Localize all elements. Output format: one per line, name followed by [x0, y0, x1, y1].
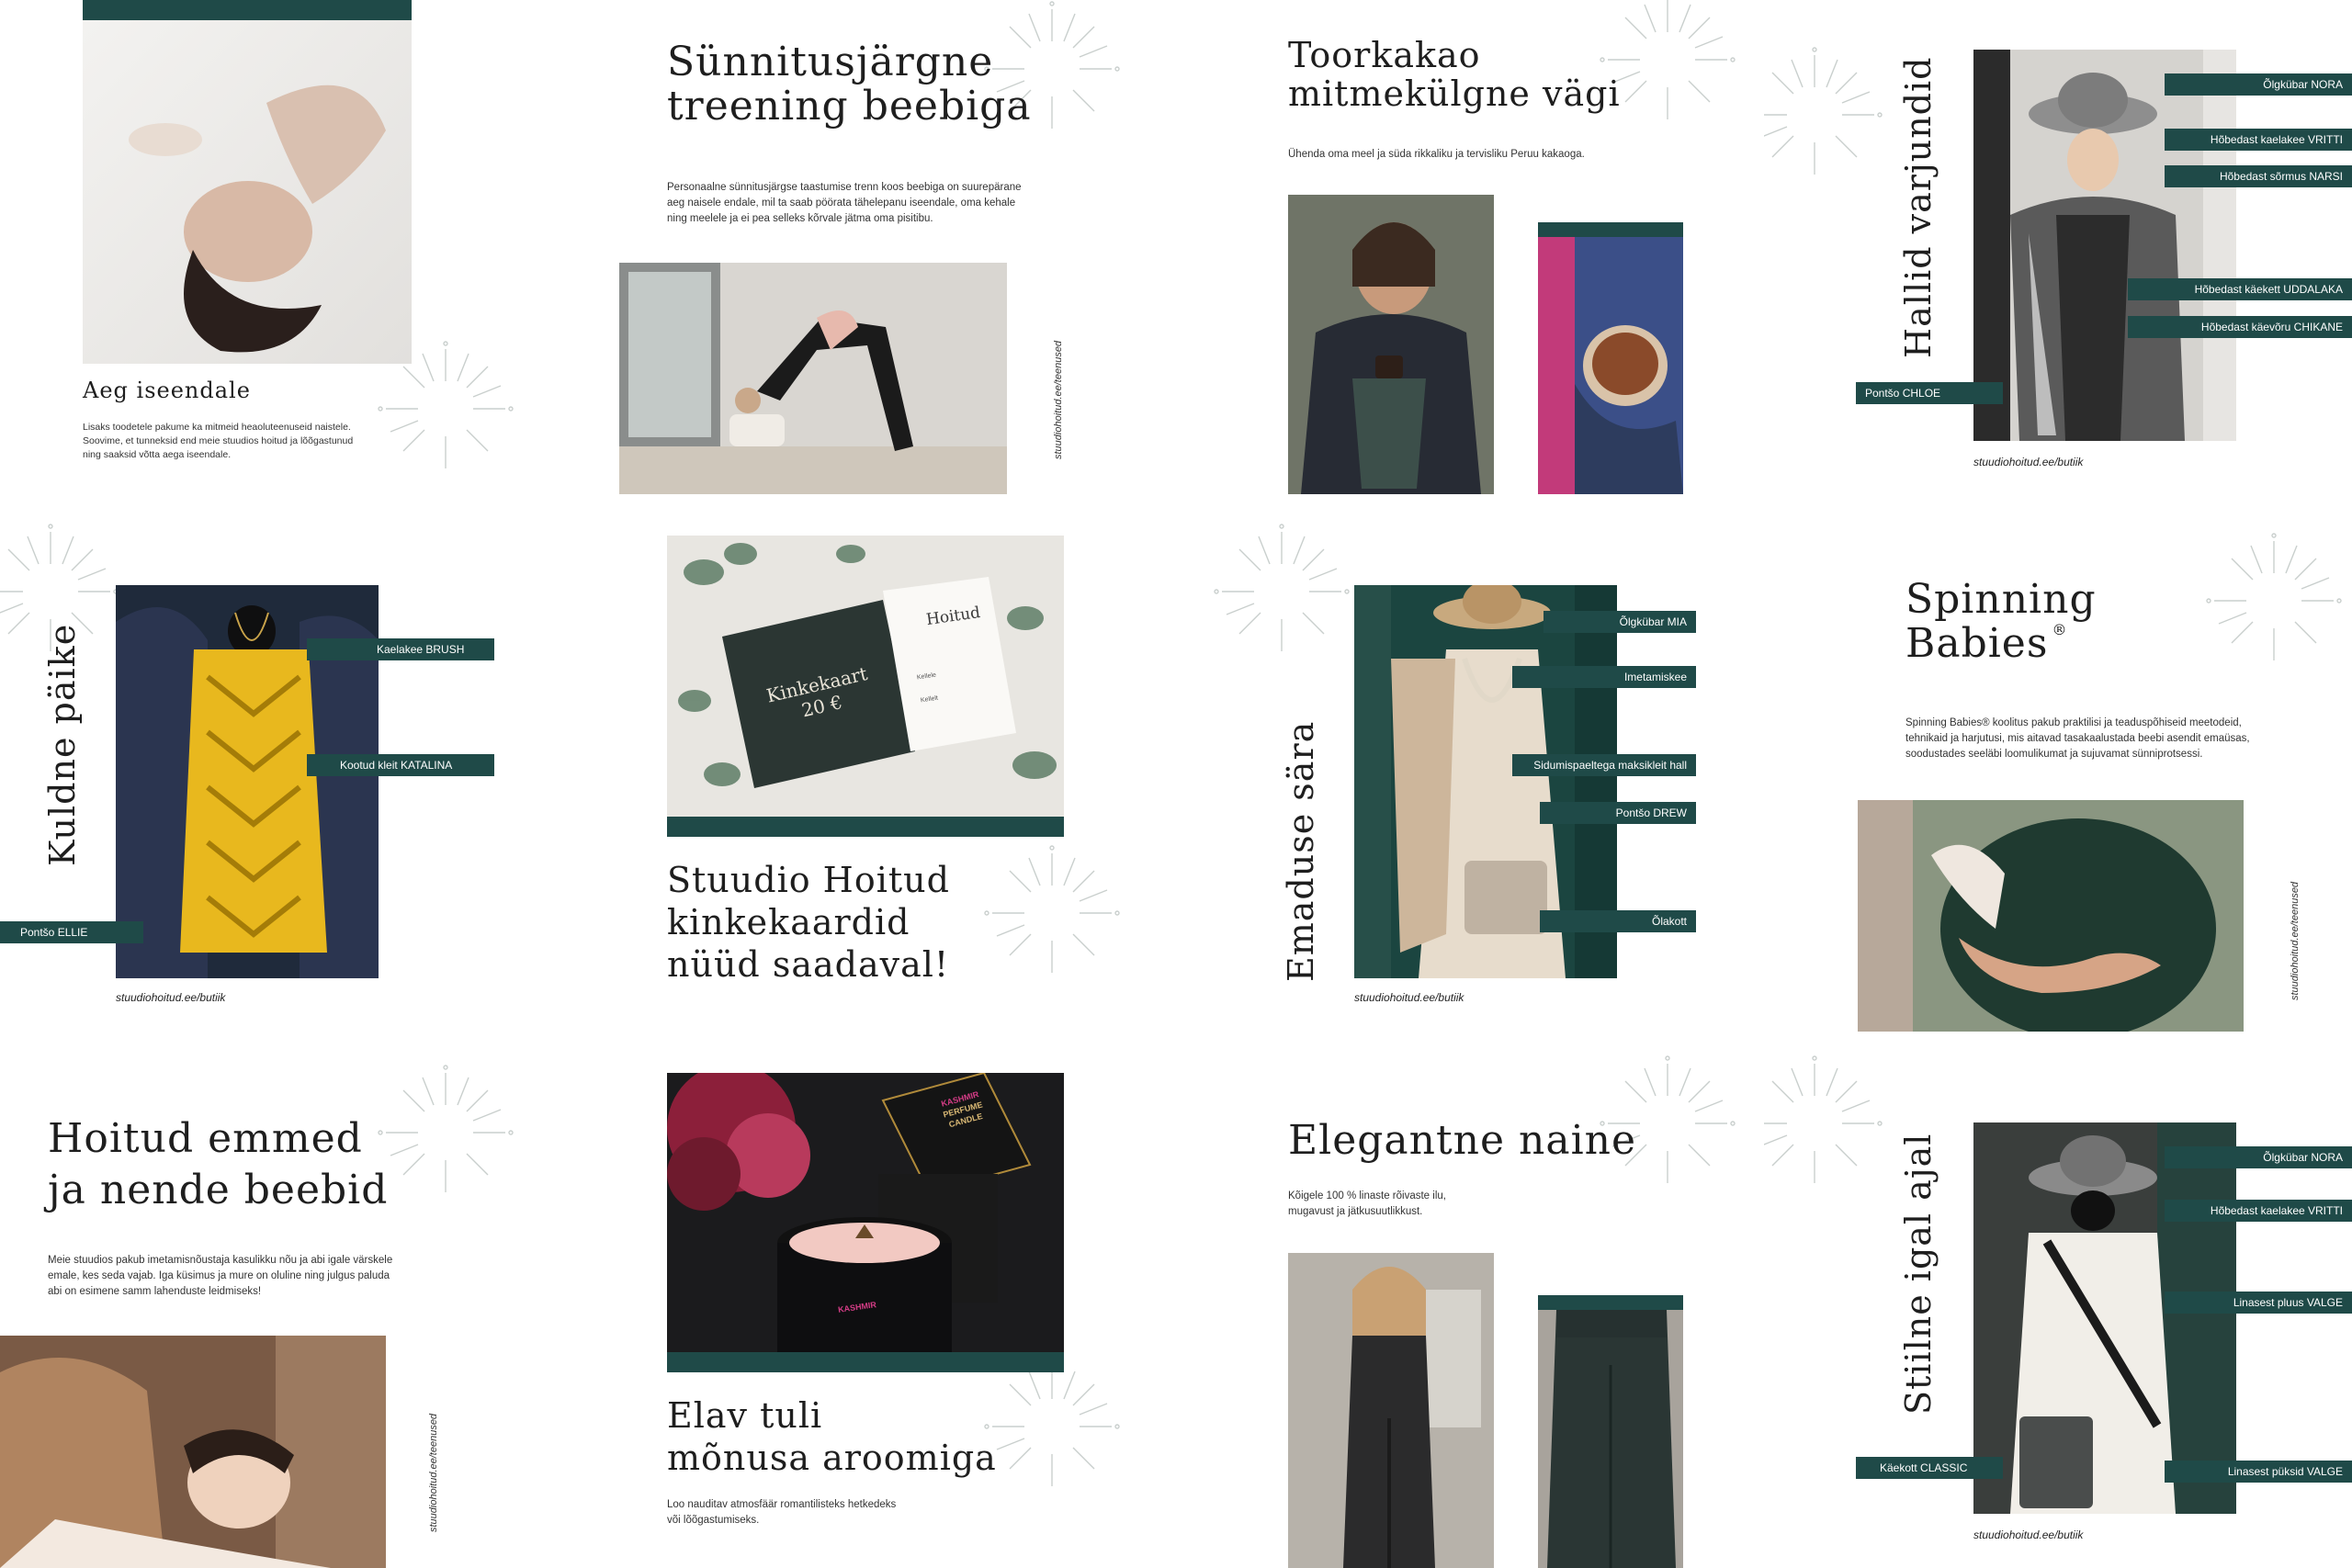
post-text: Kõigele 100 % linaste rõivaste ilu, muga…: [1288, 1190, 1446, 1217]
product-tag[interactable]: Hõbedast käekett UDDALAKA: [2128, 278, 2352, 300]
post-title: Emaduse sära: [1281, 720, 1321, 982]
post-title: Toorkakao mitmekülgne vägi: [1288, 35, 1621, 114]
post-title: Elegantne naine: [1288, 1117, 1637, 1164]
product-tag[interactable]: Imetamiskee: [1512, 666, 1696, 688]
url-label[interactable]: stuudiohoitud.ee/teenused: [1053, 341, 1064, 459]
product-tag[interactable]: Hõbedast sõrmus NARSI: [2165, 165, 2352, 187]
post-toorkakao[interactable]: Toorkakao mitmekülgne vägi Ühenda oma me…: [1176, 0, 1764, 523]
product-tag[interactable]: Hõbedast kaelakee VRITTI: [2165, 129, 2352, 151]
product-tag[interactable]: Hõbedast käevõru CHIKANE: [2128, 316, 2352, 338]
post-text: Lisaks toodetele pakume ka mitmeid heaol…: [83, 422, 354, 460]
product-tag[interactable]: Kootud kleit KATALINA: [307, 754, 494, 776]
product-tag[interactable]: Linasest püksid VALGE: [2165, 1461, 2352, 1483]
product-tag[interactable]: Linasest pluus VALGE: [2165, 1292, 2352, 1314]
product-tag[interactable]: Pontšo ELLIE: [0, 921, 143, 943]
photo-linen-jumpsuit: [1288, 1253, 1494, 1568]
sun-ornament-icon: [2196, 523, 2352, 679]
post-kuldne-paike[interactable]: Kuldne päike Kaelakee BRUSH Kootud kleit…: [0, 523, 588, 1045]
url-label[interactable]: stuudiohoitud.ee/butiik: [1973, 456, 2083, 468]
post-text: Ühenda oma meel ja süda rikkaliku ja ter…: [1288, 149, 1585, 160]
sun-ornament-icon: [368, 1055, 524, 1211]
url-label[interactable]: stuudiohoitud.ee/teenused: [428, 1414, 439, 1532]
post-title: Spinning Babies ®: [1905, 576, 2097, 668]
product-tag[interactable]: Õlgkübar MIA: [1544, 611, 1696, 633]
post-hoitud-emmed[interactable]: Hoitud emmed ja nende beebid Meie stuudi…: [0, 1045, 588, 1568]
photo-pregnant-belly: [1858, 800, 2244, 1032]
post-spinning-babies[interactable]: Spinning Babies ® Spinning Babies® koolit…: [1764, 523, 2352, 1045]
photo-linen-pants: [1538, 1310, 1683, 1568]
post-text: Personaalne sünnitusjärgse taastumise tr…: [667, 182, 1022, 224]
post-title: Stuudio Hoitud kinkekaardid nüüd saadava…: [667, 860, 950, 985]
post-title: Elav tuli mõnusa aroomiga: [667, 1395, 997, 1478]
post-title: Hallid varjundid: [1898, 56, 1939, 358]
accent-bar: [1538, 1295, 1683, 1310]
post-title-text: Spinning Babies: [1905, 576, 2097, 668]
product-tag[interactable]: Hõbedast kaelakee VRITTI: [2165, 1200, 2352, 1222]
product-tag[interactable]: Õlgkübar NORA: [2165, 1146, 2352, 1168]
photo-woman-bath: [83, 20, 412, 364]
post-elegantne-naine[interactable]: Elegantne naine Kõigele 100 % linaste rõ…: [1176, 1045, 1764, 1568]
product-tag[interactable]: Kaelakee BRUSH: [307, 638, 494, 660]
url-label[interactable]: stuudiohoitud.ee/butiik: [1354, 991, 1464, 1004]
post-title: Aeg iseendale: [83, 378, 251, 403]
product-tag[interactable]: Õlakott: [1540, 910, 1696, 932]
product-tag[interactable]: Õlgkübar NORA: [2165, 73, 2352, 96]
photo-candle: KASHMIR PERFUME CANDLE KASHMIR: [667, 1073, 1064, 1354]
product-tag[interactable]: Käekott CLASSIC: [1856, 1457, 2003, 1479]
post-hallid-varjundid[interactable]: Hallid varjundid Õlgkübar NORA Hõbedast …: [1764, 0, 2352, 523]
sun-ornament-icon: [1764, 37, 1893, 193]
product-tag[interactable]: Pontšo DREW: [1540, 802, 1696, 824]
post-sunnitusjargne-treening[interactable]: Sünnitusjärgne treening beebiga Personaa…: [588, 0, 1176, 523]
post-title: Sünnitusjärgne treening beebiga: [667, 39, 1032, 130]
sun-ornament-icon: [1764, 1045, 1893, 1201]
photo-white-linen-outfit: [1973, 1122, 2236, 1514]
photo-yoga-baby: [619, 263, 1007, 494]
post-text: Loo nauditav atmosfäär romantilisteks he…: [667, 1499, 897, 1526]
registered-mark: ®: [2052, 621, 2068, 639]
post-stiilne-igal-ajal[interactable]: Stiilne igal ajal Õlgkübar NORA Hõbedast…: [1764, 1045, 2352, 1568]
photo-mother-baby: [0, 1336, 386, 1568]
post-title: Hoitud emmed ja nende beebid: [48, 1115, 389, 1213]
url-label[interactable]: stuudiohoitud.ee/butiik: [1973, 1529, 2083, 1541]
post-text: Spinning Babies® koolitus pakub praktili…: [1905, 717, 2250, 760]
url-label[interactable]: stuudiohoitud.ee/teenused: [2290, 882, 2301, 1000]
product-tag[interactable]: Sidumispaeltega maksikleit hall: [1512, 754, 1696, 776]
product-tag[interactable]: Pontšo CHLOE: [1856, 382, 2003, 404]
post-emaduse-sara[interactable]: Emaduse sära Õlgkübar MIA Imetamiskee Si…: [1176, 523, 1764, 1045]
post-title: Kuldne päike: [42, 623, 83, 866]
accent-bar: [667, 1352, 1064, 1372]
accent-bar: [83, 0, 412, 20]
photo-gift-card: Kinkekaart 20 € Hoitud Kellele Kellelt: [667, 536, 1064, 820]
post-elav-tuli[interactable]: KASHMIR PERFUME CANDLE KASHMIR Elav tuli…: [588, 1045, 1176, 1568]
photo-woman-cacao: [1288, 195, 1494, 494]
post-text: Meie stuudios pakub imetamisnõustaja kas…: [48, 1255, 393, 1297]
photo-cacao-cup: [1538, 237, 1683, 494]
sun-ornament-icon: [974, 835, 1130, 991]
post-title: Stiilne igal ajal: [1898, 1133, 1939, 1415]
sun-ornament-icon: [1204, 523, 1360, 670]
photo-woman-gray-poncho: [1973, 50, 2236, 441]
url-label[interactable]: stuudiohoitud.ee/butiik: [116, 991, 225, 1004]
accent-bar: [1538, 222, 1683, 237]
accent-bar: [667, 817, 1064, 837]
post-kinkekaardid[interactable]: Kinkekaart 20 € Hoitud Kellele Kellelt S…: [588, 523, 1176, 1045]
post-aeg-iseendale[interactable]: Aeg iseendale Lisaks toodetele pakume ka…: [0, 0, 588, 523]
